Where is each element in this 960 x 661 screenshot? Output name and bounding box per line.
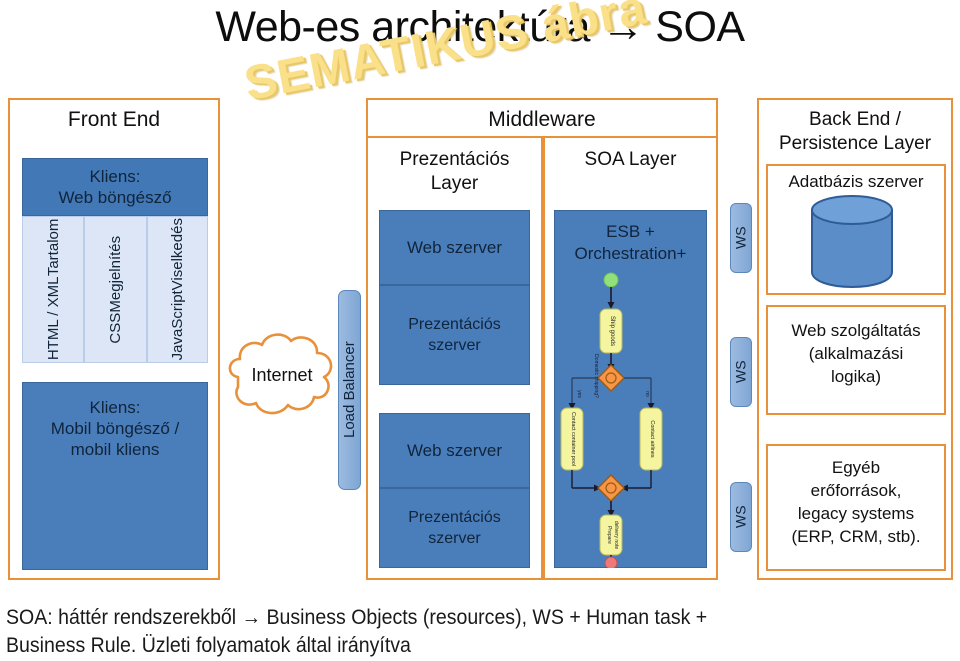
svg-text:Prepare: Prepare <box>606 526 612 544</box>
slide-canvas: Web-es architektúra → SOA Front End Klie… <box>0 0 960 661</box>
svg-text:yes: yes <box>576 390 582 398</box>
footer-line-1: SOA: háttér rendszerekből → Business Obj… <box>6 606 708 629</box>
internet-cloud: Internet <box>222 325 342 425</box>
orchestration-flowchart: Ship goods Domestic shipping? yes no Con… <box>552 272 670 568</box>
footer-note: SOA: háttér rendszerekből → Business Obj… <box>6 604 871 660</box>
soa-layer-title: SOA Layer <box>584 149 677 170</box>
load-balancer: Load Balancer <box>338 290 361 490</box>
ws-connector-1: WS <box>730 203 752 273</box>
presentation-box-web-server-1: Web szerver <box>379 210 530 285</box>
ws-connector-3: WS <box>730 482 752 552</box>
footer-line-2: Business Rule. Üzleti folyamatok által i… <box>6 634 411 657</box>
load-balancer-label: Load Balancer <box>341 341 358 439</box>
svg-text:Contact container pool: Contact container pool <box>570 412 576 466</box>
front-end-column-presentation: CSS Megjelnítés <box>84 216 147 363</box>
presentation-box-presentation-server-1: Prezentációs szerver <box>379 285 530 385</box>
flow-start-node <box>603 272 619 288</box>
svg-text:delivery note: delivery note <box>613 521 619 550</box>
internet-label: Internet <box>251 365 313 385</box>
soa-esb-label: ESB + Orchestration+ <box>574 222 687 263</box>
column-behavior-line1: Viselkedés <box>169 218 186 291</box>
column-presentation-line1: Megjelnítés <box>107 235 124 313</box>
presentation-box-web-server-2: Web szerver <box>379 413 530 488</box>
web-service-label: Web szolgáltatás (alkalmazási logika) <box>791 321 921 386</box>
column-content-line1: Tartalom <box>44 218 62 277</box>
svg-text:Ship goods: Ship goods <box>609 316 615 346</box>
back-end-title: Back End / Persistence Layer <box>778 109 932 154</box>
ws-connector-2-label: WS <box>732 360 749 384</box>
ws-connector-3-label: WS <box>732 505 749 529</box>
flow-end-node <box>604 556 618 568</box>
middleware-title: Middleware <box>488 108 596 131</box>
legacy-systems-label: Egyéb erőforrások, legacy systems (ERP, … <box>791 458 921 546</box>
web-service-box: Web szolgáltatás (alkalmazási logika) <box>766 305 946 415</box>
front-end-column-content: HTML / XML Tartalom <box>22 216 84 363</box>
front-end-column-behavior: JavaScript Viselkedés <box>147 216 208 363</box>
front-end-title: Front End <box>67 108 161 131</box>
client-web-browser-box: Kliens: Web böngésző <box>22 158 208 216</box>
column-presentation-line2: CSS <box>107 312 124 344</box>
page-title: Web-es architektúra → SOA <box>215 3 745 51</box>
svg-text:Domestic shipping?: Domestic shipping? <box>593 354 599 398</box>
legacy-systems-box: Egyéb erőforrások, legacy systems (ERP, … <box>766 444 946 571</box>
database-server-label: Adatbázis szerver <box>788 172 924 191</box>
database-cylinder-icon <box>806 192 898 290</box>
ws-connector-2: WS <box>730 337 752 407</box>
presentation-layer-title: Prezentációs Layer <box>399 149 510 194</box>
column-content-line2: HTML / XML <box>44 276 62 361</box>
client-mobile-box: Kliens: Mobil böngésző / mobil kliens <box>22 382 208 570</box>
svg-text:Contact airlines: Contact airlines <box>649 420 655 457</box>
ws-connector-1-label: WS <box>732 226 749 250</box>
column-behavior-line2: JavaScript <box>169 290 186 361</box>
presentation-box-presentation-server-2: Prezentációs szerver <box>379 488 530 568</box>
svg-text:no: no <box>644 391 650 397</box>
